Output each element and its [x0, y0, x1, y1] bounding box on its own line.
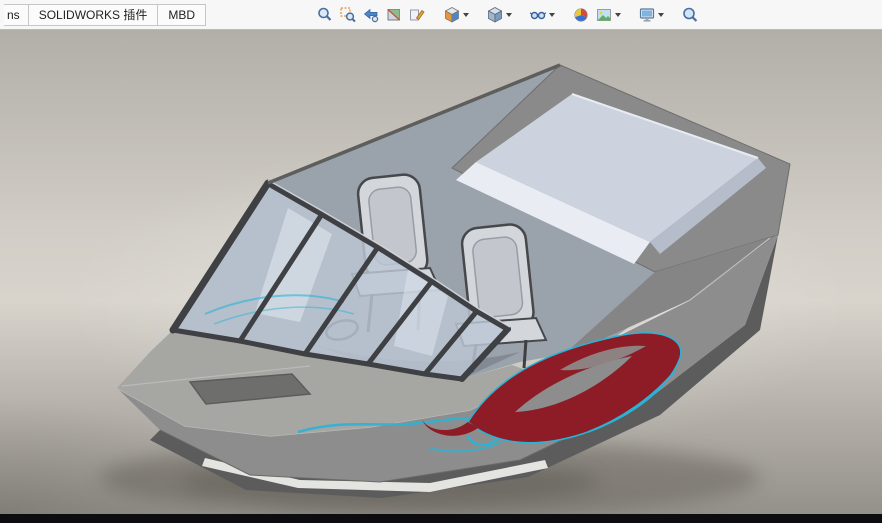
viewport-3d-model[interactable] — [0, 30, 882, 514]
section-view-button[interactable] — [384, 3, 404, 27]
hide-show-items-button[interactable] — [528, 3, 556, 27]
dropdown-arrow-icon[interactable] — [615, 13, 621, 17]
view-settings-icon — [638, 6, 656, 24]
edit-appearance-icon — [572, 6, 590, 24]
heads-up-toolbar — [315, 3, 700, 27]
zoom-to-fit-button[interactable] — [315, 3, 335, 27]
tab-solidworks-addins[interactable]: SOLIDWORKS 插件 — [28, 4, 159, 26]
graphics-viewport[interactable] — [0, 30, 882, 514]
dropdown-arrow-icon[interactable] — [549, 13, 555, 17]
display-style-icon — [486, 6, 504, 24]
view-settings-button[interactable] — [637, 3, 665, 27]
section-view-icon — [385, 6, 403, 24]
apply-scene-icon — [595, 6, 613, 24]
magnifying-glass-button[interactable] — [680, 3, 700, 27]
edit-appearance-button[interactable] — [571, 3, 591, 27]
view-orientation-icon — [443, 6, 461, 24]
previous-view-icon — [362, 6, 380, 24]
zoom-to-area-icon — [339, 6, 357, 24]
taskbar-strip — [0, 514, 882, 523]
display-style-button[interactable] — [485, 3, 513, 27]
apply-scene-button[interactable] — [594, 3, 622, 27]
tab-mbd[interactable]: MBD — [157, 4, 206, 26]
annotation-views-button[interactable] — [407, 3, 427, 27]
commandmanager-tabs: ns SOLIDWORKS 插件 MBD — [4, 4, 205, 26]
annotation-views-icon — [408, 6, 426, 24]
dropdown-arrow-icon[interactable] — [463, 13, 469, 17]
dropdown-arrow-icon[interactable] — [658, 13, 664, 17]
magnifying-glass-icon — [681, 6, 699, 24]
zoom-to-fit-icon — [316, 6, 334, 24]
view-orientation-button[interactable] — [442, 3, 470, 27]
command-bar: ns SOLIDWORKS 插件 MBD — [0, 0, 882, 30]
dropdown-arrow-icon[interactable] — [506, 13, 512, 17]
hide-show-items-icon — [529, 6, 547, 24]
previous-view-button[interactable] — [361, 3, 381, 27]
tab-partial-ns[interactable]: ns — [4, 4, 29, 26]
zoom-to-area-button[interactable] — [338, 3, 358, 27]
